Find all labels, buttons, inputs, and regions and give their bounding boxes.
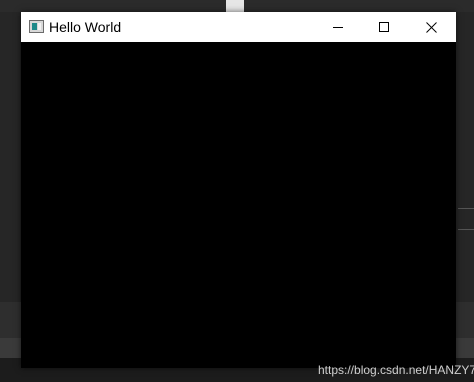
watermark-text: https://blog.csdn.net/HANZY72 [318,363,474,377]
close-button[interactable] [407,12,456,42]
app-icon-left-pane [32,23,37,30]
window-client-area[interactable] [21,42,456,368]
maximize-icon [379,22,389,32]
background-splitter-handle [458,208,474,230]
maximize-button[interactable] [361,12,407,42]
minimize-icon [333,27,343,28]
hello-world-window: Hello World [21,12,456,368]
window-titlebar[interactable]: Hello World [21,12,456,42]
window-title: Hello World [49,19,122,35]
background-right-panel [456,12,474,302]
background-top-tab [226,0,244,12]
close-icon [426,21,437,33]
app-window-icon[interactable] [29,20,44,33]
background-left-panel [0,12,20,302]
minimize-button[interactable] [315,12,361,42]
app-icon-right-pane [38,23,41,30]
